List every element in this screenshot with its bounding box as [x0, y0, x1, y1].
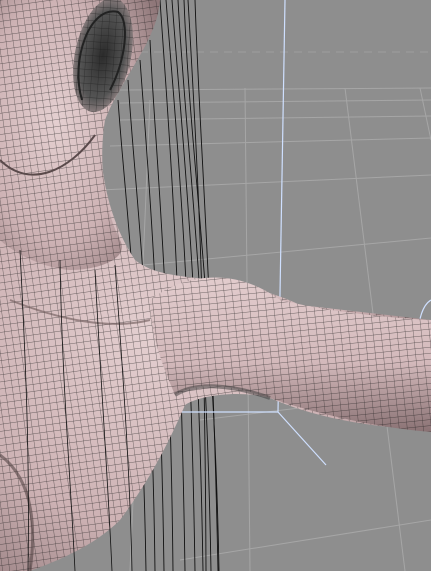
grid-line: [119, 115, 431, 121]
grid-line: [109, 137, 431, 147]
manipulator-diagonal-axis[interactable]: [277, 411, 327, 466]
viewport-canvas[interactable]: [0, 0, 431, 571]
3d-viewport[interactable]: [0, 0, 431, 571]
grid-line: [419, 87, 431, 141]
